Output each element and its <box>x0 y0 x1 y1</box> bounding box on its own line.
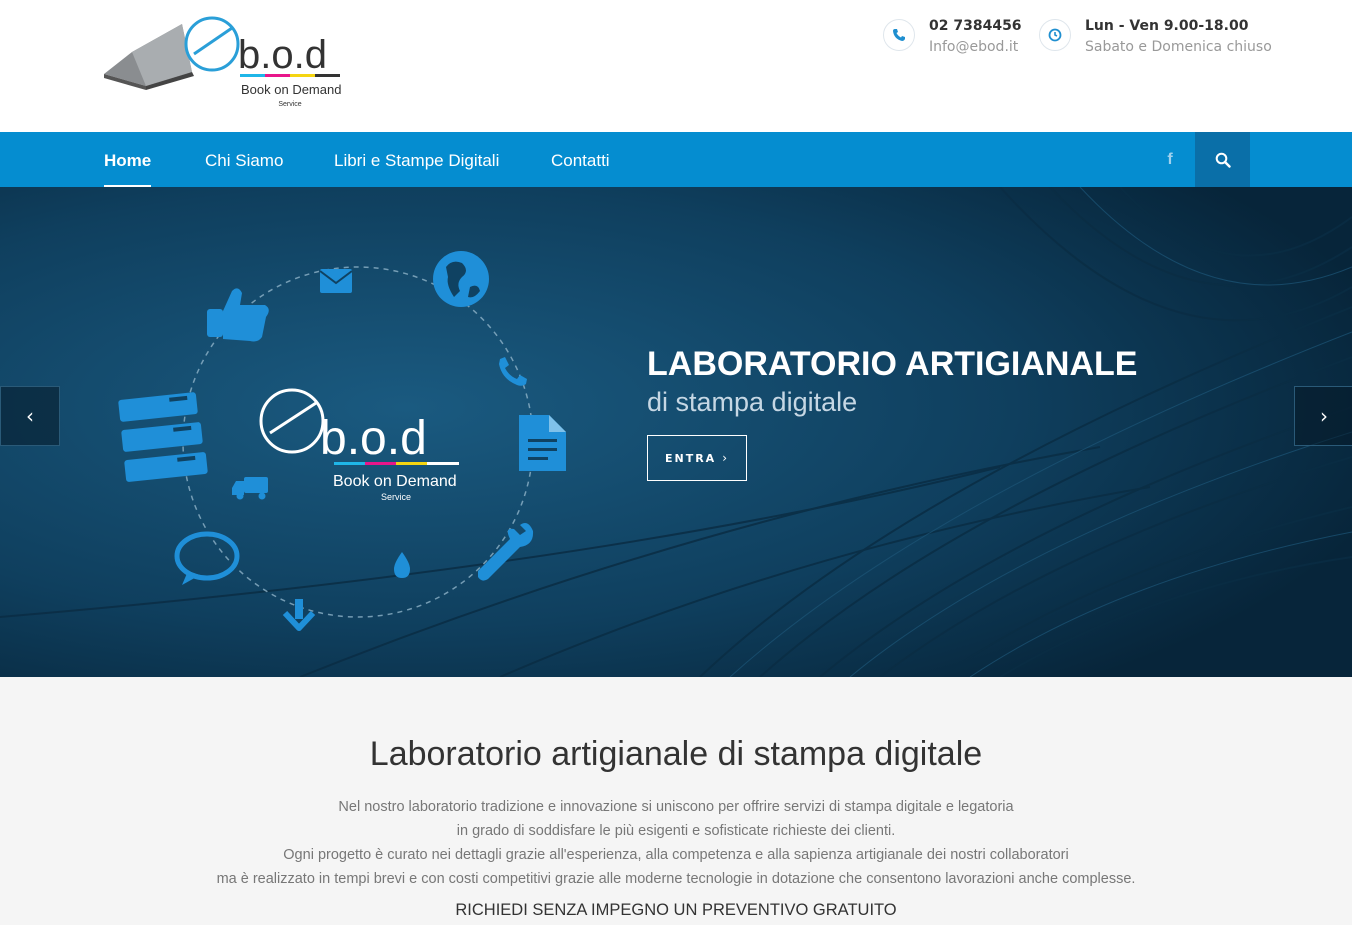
mail-icon <box>319 269 353 293</box>
hero-logo-small: Service <box>381 492 411 502</box>
logo-tagline: Book on Demand <box>241 82 341 97</box>
chevron-right-icon: › <box>722 451 730 465</box>
logo-text: b.o.d <box>238 33 327 77</box>
hero-background: b.o.d Book on Demand Service <box>0 187 1352 677</box>
entra-button-label: ENTRA <box>664 451 717 465</box>
entra-button[interactable]: ENTRA › <box>647 435 747 481</box>
chevron-right-icon: › <box>1320 404 1328 428</box>
phone-number[interactable]: 02 7384456 <box>929 16 1022 36</box>
search-button[interactable] <box>1195 132 1250 187</box>
site-header: b.o.d Book on Demand Service 02 7384456 … <box>0 0 1352 132</box>
hero-title: LABORATORIO ARTIGIANALE <box>647 345 1138 383</box>
hours-weekend: Sabato e Domenica chiuso <box>1085 39 1272 55</box>
contact-hours: Lun - Ven 9.00-18.00 Sabato e Domenica c… <box>1039 16 1272 58</box>
intro-line: in grado di soddisfare le più esigenti e… <box>456 823 896 839</box>
globe-icon <box>433 251 489 307</box>
phone-icon <box>883 19 915 51</box>
quote-request-link[interactable]: RICHIEDI SENZA IMPEGNO UN PREVENTIVO GRA… <box>0 901 1352 920</box>
nav-item-libri[interactable]: Libri e Stampe Digitali <box>334 132 499 187</box>
slider-next-button[interactable]: › <box>1294 386 1352 446</box>
server-icon <box>118 392 208 482</box>
hero-slider: b.o.d Book on Demand Service LABORATORIO… <box>0 187 1352 677</box>
email-link[interactable]: Info@ebod.it <box>929 36 1022 58</box>
main-nav: Home Chi Siamo Libri e Stampe Digitali C… <box>0 132 1352 187</box>
hero-logo-text: b.o.d <box>320 412 427 465</box>
chevron-left-icon: ‹ <box>26 404 34 428</box>
book-graphic <box>104 24 194 90</box>
search-icon <box>1215 152 1231 168</box>
nav-item-chi-siamo[interactable]: Chi Siamo <box>205 132 283 187</box>
slider-prev-button[interactable]: ‹ <box>0 386 60 446</box>
contact-phone: 02 7384456 Info@ebod.it <box>883 16 1022 58</box>
nav-item-contatti[interactable]: Contatti <box>551 132 610 187</box>
clock-icon <box>1039 19 1071 51</box>
facebook-icon[interactable]: f <box>1158 132 1182 187</box>
site-logo[interactable]: b.o.d Book on Demand Service <box>102 14 347 114</box>
logo-color-stripe <box>240 74 340 77</box>
logo-e-mark <box>184 16 240 72</box>
hours-weekdays: Lun - Ven 9.00-18.00 <box>1085 18 1249 34</box>
hero-logo-tagline: Book on Demand <box>333 473 457 490</box>
intro-section: Laboratorio artigianale di stampa digita… <box>0 677 1352 925</box>
intro-line: ma è realizzato in tempi brevi e con cos… <box>216 871 1136 887</box>
logo-tagline-small: Service <box>278 101 301 108</box>
nav-item-home[interactable]: Home <box>104 132 152 187</box>
hero-subtitle: di stampa digitale <box>647 387 858 417</box>
intro-line: Nel nostro laboratorio tradizione e inno… <box>338 799 1014 815</box>
intro-title: Laboratorio artigianale di stampa digita… <box>369 735 983 773</box>
intro-line: Ogni progetto è curato nei dettagli graz… <box>283 847 1069 863</box>
intro-paragraph: Nel nostro laboratorio tradizione e inno… <box>0 795 1352 891</box>
